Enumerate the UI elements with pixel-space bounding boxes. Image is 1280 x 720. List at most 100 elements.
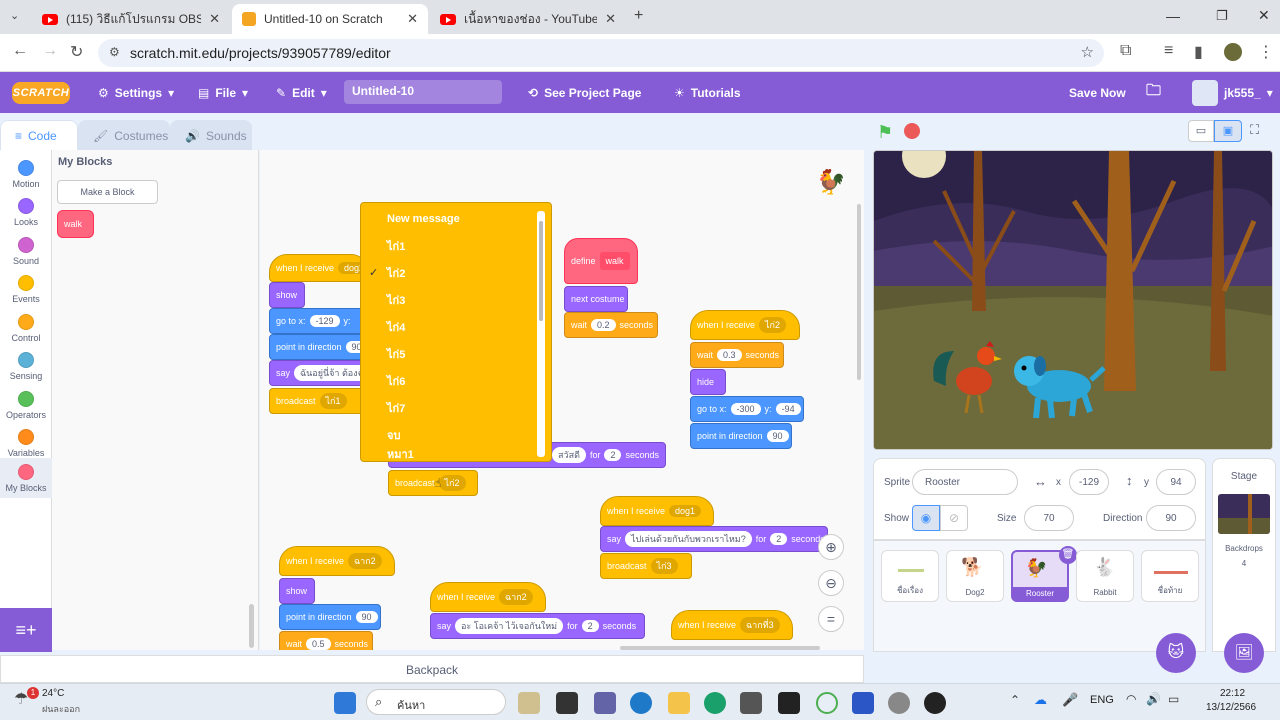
- stage-canvas[interactable]: [873, 150, 1273, 450]
- extensions-icon[interactable]: ⧉: [1120, 42, 1131, 60]
- edit-menu[interactable]: ✎ Edit ▾: [276, 72, 327, 113]
- x-position-field[interactable]: -129: [1069, 469, 1109, 495]
- when-i-receive-block[interactable]: when I receive ฉากที่3: [671, 610, 793, 640]
- wait-block[interactable]: wait 0.5 seconds: [279, 631, 373, 650]
- minimize-icon[interactable]: —: [1166, 8, 1180, 24]
- dropdown-item[interactable]: จบ: [361, 421, 541, 448]
- say-block[interactable]: say ฉันอยู่นี่จ้า ต้องฉั: [269, 360, 369, 386]
- size-field[interactable]: 70: [1024, 505, 1074, 531]
- back-arrow-icon[interactable]: ←: [12, 42, 28, 60]
- teams-icon[interactable]: [594, 692, 616, 714]
- new-tab-plus-icon[interactable]: +: [634, 7, 643, 25]
- taskbar-app-icon[interactable]: [518, 692, 540, 714]
- taskbar-search-box[interactable]: ⌕ ค้นหา: [366, 689, 506, 715]
- clock-time[interactable]: 22:12: [1220, 688, 1245, 699]
- wait-block[interactable]: wait 0.2 seconds: [564, 312, 658, 338]
- store-icon[interactable]: [740, 692, 762, 714]
- sprite-name-field[interactable]: Rooster: [912, 469, 1018, 495]
- language-indicator[interactable]: ENG: [1090, 694, 1114, 706]
- workspace-vertical-scrollbar[interactable]: [857, 204, 861, 380]
- category-motion[interactable]: Motion: [0, 154, 52, 192]
- make-a-block-button[interactable]: Make a Block: [57, 180, 158, 204]
- account-menu[interactable]: jk555_ ▾: [1192, 72, 1273, 113]
- when-i-receive-block[interactable]: when I receive ไก่2: [690, 310, 800, 340]
- large-stage-icon[interactable]: ▣: [1214, 120, 1242, 142]
- direction-field[interactable]: 90: [1146, 505, 1196, 531]
- media-icon[interactable]: ≡: [1164, 42, 1173, 60]
- when-i-receive-block[interactable]: when I receive ฉาก2: [279, 546, 395, 576]
- sidebar-icon[interactable]: ▮: [1194, 42, 1203, 62]
- choose-backdrop-icon[interactable]: 🖼: [1224, 633, 1264, 673]
- sprite-thumb-rooster[interactable]: 🐓 🗑 Rooster: [1011, 546, 1077, 602]
- tray-chevron-icon[interactable]: ⌃: [1010, 693, 1020, 707]
- close-icon[interactable]: ✕: [407, 11, 418, 27]
- dropdown-item[interactable]: ไก่6: [361, 367, 541, 394]
- show-block[interactable]: show: [269, 282, 305, 308]
- volume-icon[interactable]: 🔊: [1146, 692, 1161, 706]
- dropdown-item[interactable]: ไก่7: [361, 394, 541, 421]
- stop-sign-icon[interactable]: [904, 123, 920, 139]
- hide-block[interactable]: hide: [690, 369, 726, 395]
- dropdown-item[interactable]: ไก่4: [361, 313, 541, 340]
- dropdown-item[interactable]: หมา1: [361, 448, 541, 460]
- tab-search-icon[interactable]: ⌄: [10, 9, 19, 22]
- file-menu[interactable]: ▤ File ▾: [198, 72, 248, 113]
- zoom-out-icon[interactable]: ⊖: [818, 570, 844, 596]
- when-i-receive-block[interactable]: when I receive dog2: [269, 254, 371, 282]
- sprite-thumb-title[interactable]: ชื่อเรื่อง: [881, 550, 939, 602]
- category-events[interactable]: Events: [0, 269, 52, 307]
- point-in-direction-block[interactable]: point in direction 90: [269, 334, 369, 360]
- taskview-icon[interactable]: [556, 692, 578, 714]
- say-for-seconds-block[interactable]: say ไปเล่นด้วยกันกับพวกเราไหม? for 2 seconds: [600, 526, 828, 552]
- show-block[interactable]: show: [279, 578, 315, 604]
- bookmark-star-icon[interactable]: ☆: [1081, 43, 1094, 61]
- sprite-thumb-rabbit[interactable]: 🐇 Rabbit: [1076, 550, 1134, 602]
- forward-arrow-icon[interactable]: →: [42, 42, 58, 60]
- workspace-horizontal-scrollbar[interactable]: [620, 646, 820, 650]
- category-sensing[interactable]: Sensing: [0, 346, 52, 384]
- site-info-icon[interactable]: ⚙: [109, 45, 120, 59]
- point-in-direction-block[interactable]: point in direction 90: [279, 604, 381, 630]
- scratch-logo[interactable]: SCRATCH: [12, 82, 70, 104]
- category-looks[interactable]: Looks: [0, 192, 52, 230]
- green-flag-icon[interactable]: ⚑: [877, 122, 893, 143]
- category-sound[interactable]: Sound: [0, 231, 52, 269]
- edge-icon[interactable]: [704, 692, 726, 714]
- chrome-icon[interactable]: [816, 692, 838, 714]
- close-icon[interactable]: ✕: [605, 11, 616, 27]
- walk-block[interactable]: walk: [57, 210, 94, 238]
- browser-tab-scratch[interactable]: Untitled-10 on Scratch ✕: [232, 4, 428, 34]
- small-stage-icon[interactable]: ▭: [1188, 120, 1214, 142]
- go-to-xy-block[interactable]: go to x: -129 y:: [269, 308, 369, 334]
- when-i-receive-block[interactable]: when I receive ฉาก2: [430, 582, 546, 612]
- project-title-input[interactable]: Untitled-10: [344, 80, 502, 104]
- window-close-icon[interactable]: ✕: [1258, 7, 1270, 24]
- stage-target-panel[interactable]: Stage Backdrops 4 🖼: [1212, 458, 1276, 673]
- show-hidden-eye-icon[interactable]: ⊘: [940, 505, 968, 531]
- zoom-reset-icon[interactable]: =: [818, 606, 844, 632]
- windows-start-icon[interactable]: [334, 692, 356, 714]
- category-variables[interactable]: Variables: [0, 423, 52, 461]
- sprite-thumb-ending[interactable]: ชื่อท้าย: [1141, 550, 1199, 602]
- sprite-thumb-dog2[interactable]: 🐕 Dog2: [946, 550, 1004, 602]
- dropdown-item-selected[interactable]: ✓ ไก่2: [361, 259, 541, 286]
- fullscreen-icon[interactable]: ⛶: [1250, 122, 1259, 138]
- save-now-button[interactable]: Save Now: [1069, 72, 1126, 113]
- tab-sounds[interactable]: 🔊 Sounds: [170, 120, 252, 150]
- backpack-bar[interactable]: Backpack: [0, 655, 864, 683]
- dropdown-item[interactable]: ไก่3: [361, 286, 541, 313]
- point-in-direction-block[interactable]: point in direction 90: [690, 423, 792, 449]
- category-operators[interactable]: Operators: [0, 385, 52, 423]
- show-visible-eye-icon[interactable]: ◉: [912, 505, 940, 531]
- recorder-app-icon[interactable]: [924, 692, 946, 714]
- dropdown-item-new-message[interactable]: New message: [361, 205, 541, 232]
- battery-icon[interactable]: ▭: [1168, 692, 1179, 706]
- my-stuff-folder-icon[interactable]: 🗀: [1146, 72, 1161, 113]
- say-for-seconds-block[interactable]: say อะ โอเคจ้า ไว้เจอกันใหม่ for 2 seconds: [430, 613, 645, 639]
- wait-block[interactable]: wait 0.3 seconds: [690, 342, 784, 368]
- broadcast-block[interactable]: broadcast ไก่1: [269, 388, 369, 414]
- tutorials-button[interactable]: ☀ Tutorials: [674, 72, 741, 113]
- palette-scrollbar[interactable]: [249, 604, 254, 648]
- settings-gear-icon[interactable]: [888, 692, 910, 714]
- address-bar[interactable]: ⚙ scratch.mit.edu/projects/939057789/edi…: [98, 39, 1104, 67]
